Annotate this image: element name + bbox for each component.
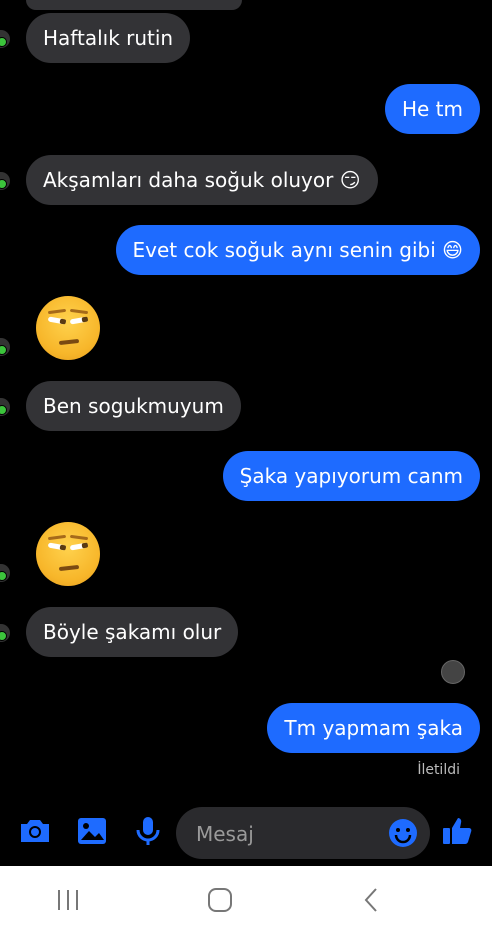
- delivery-status: İletildi: [417, 762, 460, 778]
- home-icon[interactable]: [200, 886, 240, 914]
- contact-avatar[interactable]: [0, 172, 10, 190]
- back-icon[interactable]: [352, 886, 392, 914]
- gallery-icon[interactable]: [74, 813, 110, 849]
- contact-avatar[interactable]: [0, 564, 10, 582]
- emoji-icon[interactable]: [388, 818, 418, 848]
- message-outgoing[interactable]: Evet cok soğuk aynı senin gibi 😄: [115, 225, 480, 275]
- camera-icon[interactable]: [17, 813, 53, 849]
- message-outgoing[interactable]: Şaka yapıyorum canm: [222, 451, 480, 501]
- contact-avatar[interactable]: [0, 30, 10, 48]
- system-navigation-bar: [0, 866, 492, 934]
- unamused-emoji[interactable]: [36, 296, 100, 360]
- contact-avatar[interactable]: [0, 398, 10, 416]
- thumbs-up-icon[interactable]: [440, 813, 476, 849]
- seen-avatar: [441, 660, 465, 684]
- unamused-emoji[interactable]: [36, 522, 100, 586]
- message-outgoing[interactable]: He tm: [384, 84, 480, 134]
- partial-message-bubble[interactable]: [26, 0, 242, 10]
- contact-avatar[interactable]: [0, 624, 10, 642]
- microphone-icon[interactable]: [130, 813, 166, 849]
- message-input[interactable]: [194, 807, 388, 861]
- contact-avatar[interactable]: [0, 338, 10, 356]
- message-input-field[interactable]: [176, 807, 430, 861]
- message-incoming[interactable]: Böyle şakamı olur: [26, 607, 239, 657]
- message-incoming[interactable]: Haftalık rutin: [26, 13, 191, 63]
- message-thread: Haftalık rutin He tm Akşamları daha soğu…: [0, 0, 492, 800]
- message-incoming[interactable]: Ben sogukmuyum: [26, 381, 241, 431]
- message-composer: [0, 800, 492, 866]
- recent-apps-icon[interactable]: [48, 886, 88, 914]
- message-incoming[interactable]: Akşamları daha soğuk oluyor 😏: [26, 155, 378, 205]
- message-outgoing[interactable]: Tm yapmam şaka: [267, 703, 480, 753]
